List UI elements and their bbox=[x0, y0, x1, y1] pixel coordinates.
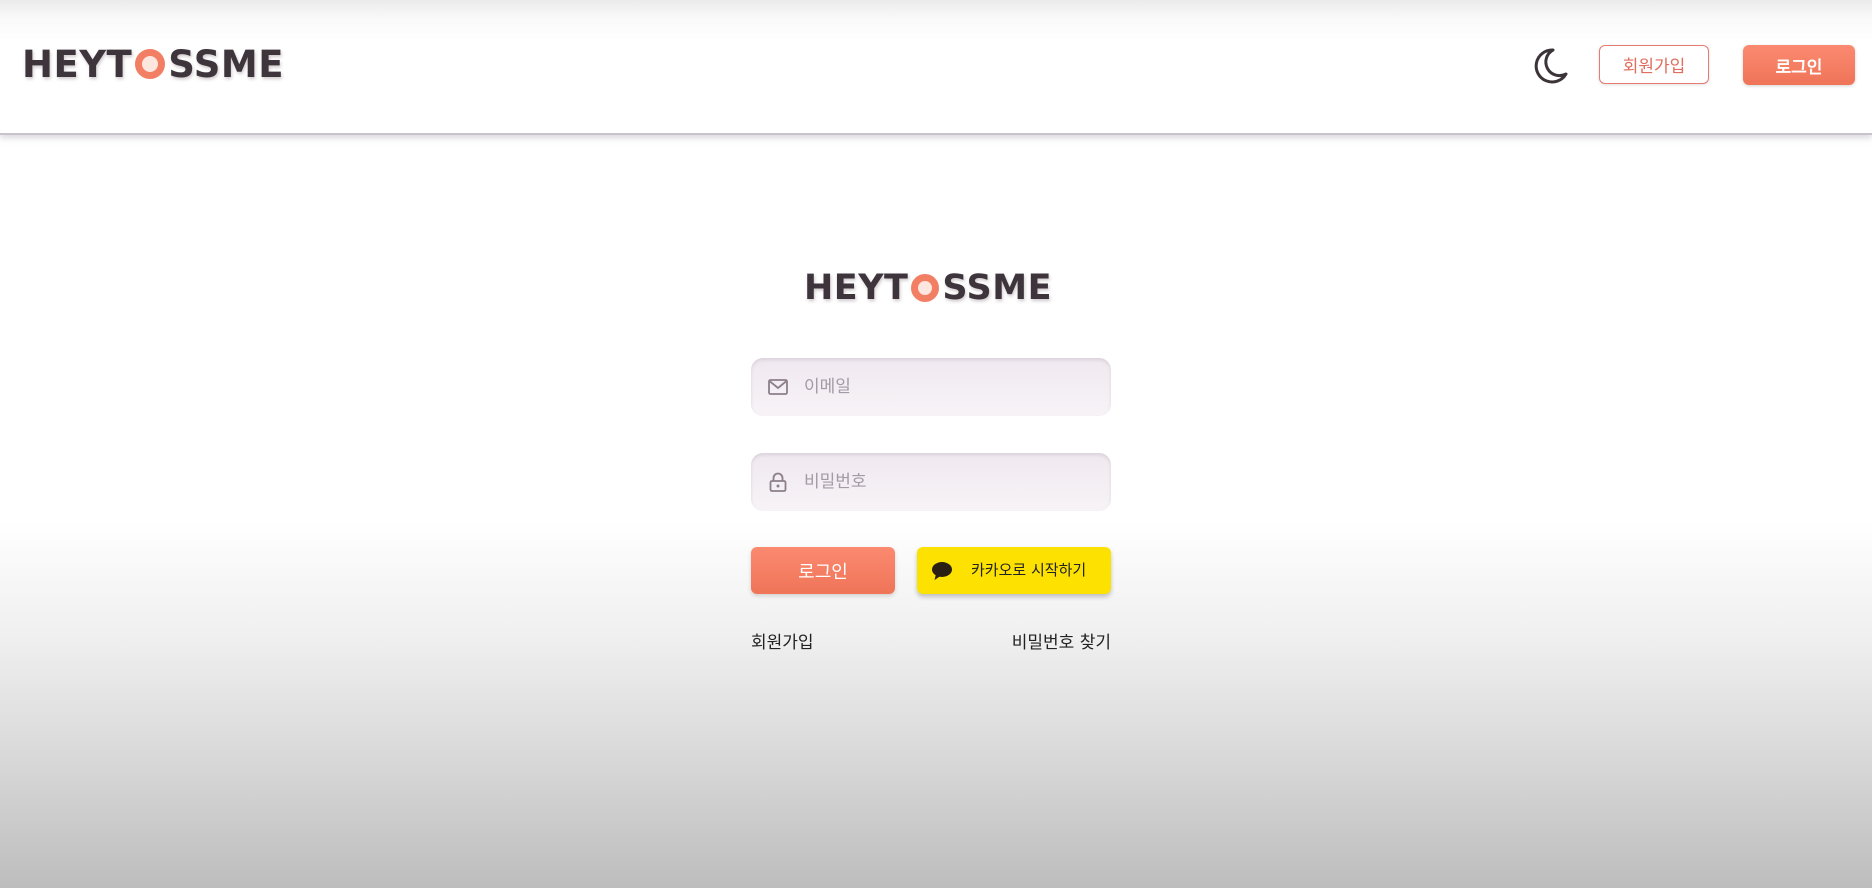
password-field-container bbox=[751, 453, 1111, 511]
email-input[interactable] bbox=[804, 358, 1094, 416]
moon-icon bbox=[1534, 48, 1568, 84]
lock-icon bbox=[769, 472, 787, 492]
kakao-chat-icon bbox=[932, 562, 952, 580]
logo-o-ring-icon bbox=[135, 49, 166, 79]
logo-text-suffix: SSME bbox=[942, 268, 1053, 308]
password-input[interactable] bbox=[804, 453, 1094, 511]
email-field-container bbox=[751, 358, 1111, 416]
kakao-login-label: 카카오로 시작하기 bbox=[971, 561, 1087, 579]
login-logo: HEYT SSME bbox=[804, 268, 1052, 308]
kakao-login-button[interactable]: 카카오로 시작하기 bbox=[917, 547, 1111, 594]
login-button[interactable]: 로그인 bbox=[751, 547, 895, 594]
find-password-link[interactable]: 비밀번호 찾기 bbox=[1012, 628, 1111, 653]
logo-text-suffix: SSME bbox=[168, 42, 285, 86]
top-navigation-bar: HEYT SSME 회원가입 로그인 bbox=[0, 0, 1872, 135]
signup-link[interactable]: 회원가입 bbox=[751, 628, 814, 653]
header-login-button[interactable]: 로그인 bbox=[1743, 45, 1855, 85]
logo-text-prefix: HEYT bbox=[22, 42, 133, 86]
mail-icon bbox=[768, 379, 788, 395]
header-logo[interactable]: HEYT SSME bbox=[22, 42, 285, 86]
logo-o-ring-icon bbox=[911, 274, 940, 302]
header-signup-button[interactable]: 회원가입 bbox=[1599, 45, 1709, 84]
dark-mode-toggle-button[interactable] bbox=[1528, 44, 1572, 88]
logo-text-prefix: HEYT bbox=[804, 268, 909, 308]
